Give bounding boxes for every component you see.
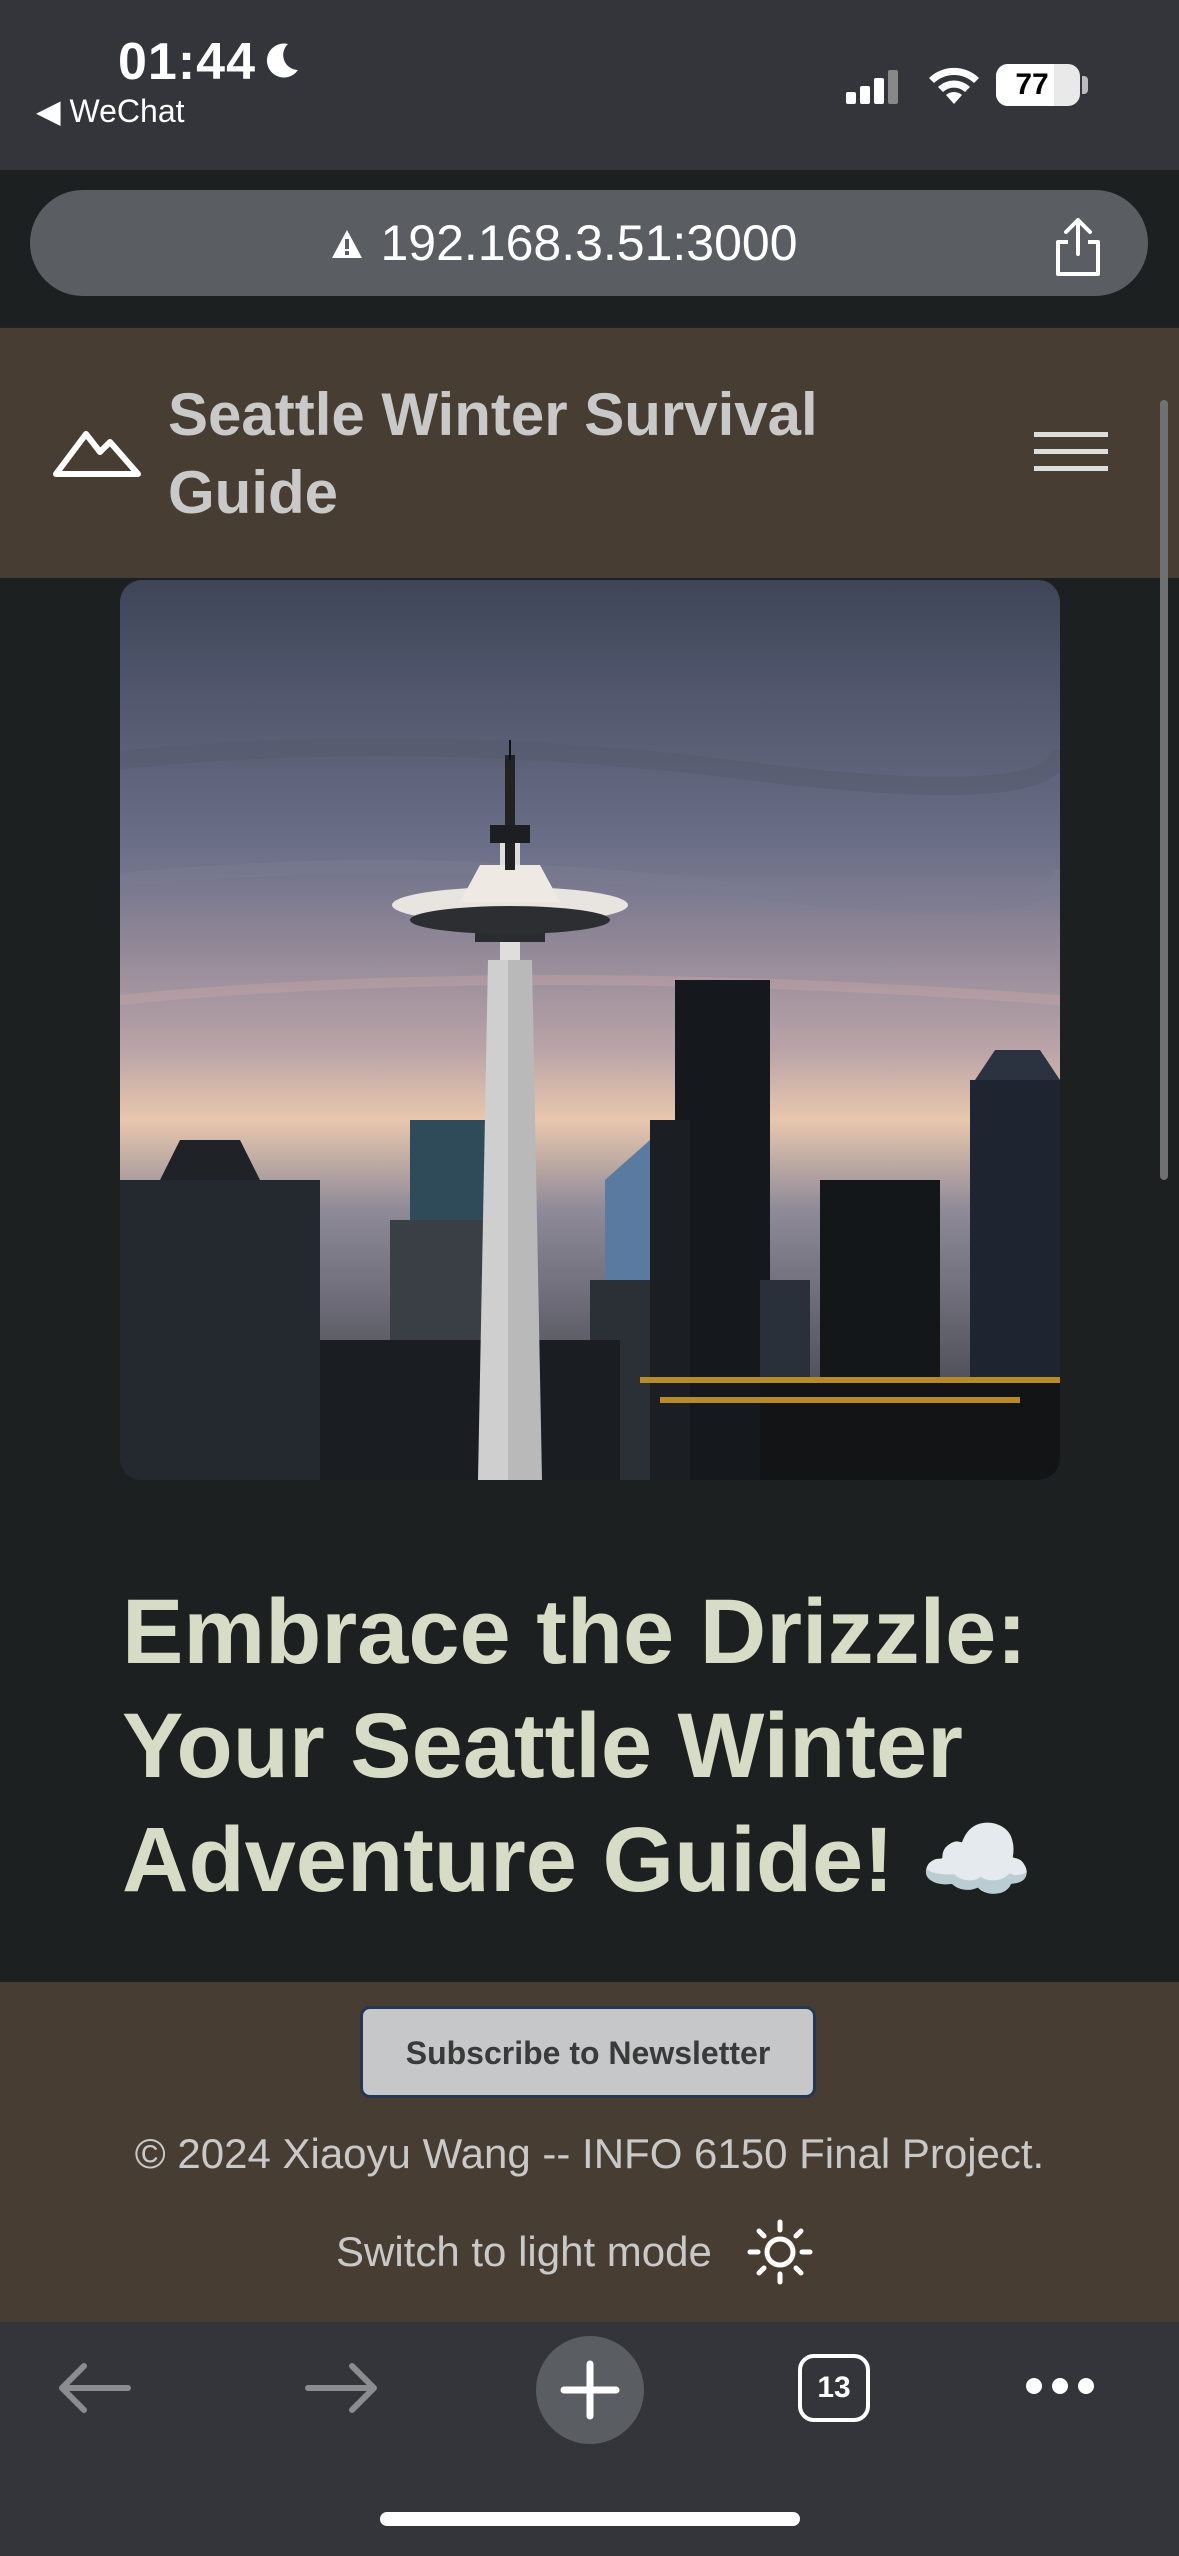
wifi-icon [929, 67, 979, 104]
back-arrow-icon[interactable] [56, 2360, 132, 2416]
light-mode-label[interactable]: Switch to light mode [336, 2228, 712, 2276]
copyright-text: © 2024 Xiaoyu Wang -- INFO 6150 Final Pr… [134, 2130, 1045, 2177]
battery-cap [1082, 76, 1088, 94]
status-time: 01:44 [118, 33, 256, 91]
warning-icon [332, 230, 362, 258]
moon-icon [266, 43, 298, 78]
address-bar[interactable]: 192.168.3.51:3000 [30, 190, 1148, 296]
signal-icon [846, 70, 898, 104]
subscribe-newsletter-button[interactable]: Subscribe to Newsletter [360, 2006, 816, 2098]
new-tab-button[interactable] [536, 2336, 644, 2444]
hamburger-menu-icon[interactable] [1034, 430, 1108, 474]
back-to-app-link[interactable]: ◀ WeChat [36, 92, 185, 130]
share-icon[interactable] [1050, 216, 1106, 278]
tabs-icon[interactable]: 13 [798, 2354, 870, 2422]
url-text: 192.168.3.51:3000 [380, 215, 798, 271]
battery-indicator: 77 [996, 64, 1080, 106]
hero-image [120, 580, 1060, 1480]
forward-arrow-icon[interactable] [304, 2360, 380, 2416]
scrollbar[interactable] [1160, 400, 1168, 1180]
article-headline: Embrace the Drizzle: Your Seattle Winter… [122, 1581, 1034, 1911]
mountain-logo-icon[interactable] [52, 426, 142, 478]
sun-icon[interactable] [746, 2218, 814, 2286]
more-icon[interactable] [1024, 2374, 1096, 2398]
plus-icon [560, 2360, 620, 2420]
site-title[interactable]: Seattle Winter Survival Guide [168, 376, 888, 532]
home-indicator[interactable] [380, 2512, 800, 2526]
